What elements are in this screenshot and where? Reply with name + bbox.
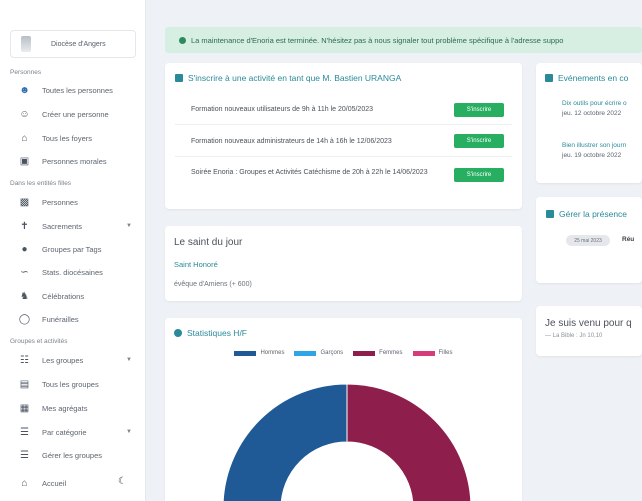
people-check-icon: [546, 210, 554, 218]
event-item[interactable]: Bien illustrer son journ jeu. 19 octobre…: [562, 141, 626, 161]
card-title: S'inscrire à une activité en tant que M.…: [175, 73, 401, 83]
sidebar-item-sacrements[interactable]: ✝ Sacrements ▼: [18, 218, 138, 234]
sidebar-item-personnes-morales[interactable]: ▣ Personnes morales: [18, 153, 138, 169]
group-icon: ☷: [20, 354, 29, 366]
sidebar: Diocèse d'Angers Personnes ☻ Toutes les p…: [0, 0, 146, 501]
person-icon: ☻: [19, 84, 30, 96]
events-card: Evénements en co Dix outils pour écrire …: [536, 63, 642, 183]
sidebar-item-par-categorie[interactable]: ☰ Par catégorie ▼: [18, 424, 138, 440]
quote-source: — La Bible : Jn 10,10: [545, 333, 603, 339]
date-pill: 25 mai 2023: [566, 235, 610, 246]
card-title: Evénements en co: [545, 73, 628, 83]
card-title: Gérer la présence: [546, 209, 627, 219]
sidebar-item-les-groupes[interactable]: ☷ Les groupes ▼: [18, 352, 138, 368]
sidebar-item-gerer-groupes[interactable]: ☰ Gérer les groupes: [18, 447, 138, 463]
sidebar-item-agregats[interactable]: ▦ Mes agrégats: [18, 400, 138, 416]
funeral-icon: ◯: [18, 313, 31, 325]
calendar-icon: [175, 74, 183, 82]
sidebar-item-creer-personne[interactable]: ☺ Créer une personne: [18, 106, 138, 122]
building-icon: ▣: [19, 155, 30, 167]
manage-icon: ☰: [20, 449, 29, 461]
event-item[interactable]: Dix outils pour écrire o jeu. 12 octobre…: [562, 99, 627, 119]
section-title-groupes: Groupes et activités: [10, 338, 68, 345]
category-icon: ☰: [20, 426, 29, 438]
register-button[interactable]: S'inscrire: [454, 103, 504, 117]
person-add-icon: ☺: [19, 108, 30, 120]
stats-card: Statistiques H/F Hommes Garçons Femmes Fill…: [165, 318, 522, 501]
chart-icon: ∽: [20, 266, 29, 278]
saint-name-link[interactable]: Saint Honoré: [174, 260, 218, 269]
logo: [30, 0, 140, 10]
sidebar-item-foyers[interactable]: ⌂ Tous les foyers: [18, 130, 138, 146]
activity-row: Formation nouveaux utilisateurs de 9h à …: [175, 95, 512, 125]
donut-chart: [222, 383, 472, 501]
activity-row: Formation nouveaux administrateurs de 14…: [175, 125, 512, 157]
diocese-selector[interactable]: Diocèse d'Angers: [10, 30, 136, 58]
donut-slice-hommes[interactable]: [222, 383, 348, 501]
diocese-name: Diocèse d'Angers: [51, 40, 106, 48]
home-icon: ⌂: [21, 477, 28, 489]
house-icon: ⌂: [21, 132, 28, 144]
aggregate-icon: ▦: [19, 402, 30, 414]
presence-card: Gérer la présence 25 mai 2023 Réu: [536, 197, 642, 283]
activity-row: Soirée Enoria : Groupes et Activités Cat…: [175, 157, 512, 197]
sidebar-item-toutes-personnes[interactable]: ☻ Toutes les personnes: [18, 82, 138, 98]
chevron-down-icon: ▼: [126, 357, 132, 363]
activity-registration-card: S'inscrire à une activité en tant que M.…: [165, 63, 522, 209]
calendar-icon: [545, 74, 553, 82]
sidebar-item-celebrations[interactable]: ♞ Célébrations: [18, 288, 138, 304]
sidebar-item-funerailles[interactable]: ◯ Funérailles: [18, 311, 138, 327]
chevron-down-icon: ▼: [126, 429, 132, 435]
register-button[interactable]: S'inscrire: [454, 134, 504, 148]
activity-text: Formation nouveaux administrateurs de 14…: [191, 138, 392, 145]
sidebar-item-personnes[interactable]: ▩ Personnes: [18, 194, 138, 210]
presence-label[interactable]: Réu: [622, 236, 634, 243]
banner-text: La maintenance d'Enoria est terminée. N'…: [191, 35, 564, 45]
sidebar-item-groupes-tags[interactable]: ● Groupes par Tags: [18, 241, 138, 257]
section-title-personnes: Personnes: [10, 69, 42, 76]
celebration-icon: ♞: [20, 290, 29, 302]
check-circle-icon: [179, 36, 186, 44]
section-title-entites-filles: Dans les entités filles: [10, 180, 72, 187]
quote-card: Je suis venu pour q — La Bible : Jn 10,1…: [536, 306, 642, 356]
moon-icon[interactable]: ☾: [118, 476, 127, 487]
maintenance-banner: La maintenance d'Enoria est terminée. N'…: [165, 27, 642, 53]
saint-description: évêque d'Amiens (+ 600): [174, 281, 252, 288]
id-card-icon: ▩: [19, 196, 30, 208]
diocese-crest-icon: [21, 36, 31, 52]
activity-text: Soirée Enoria : Groupes et Activités Cat…: [191, 169, 428, 176]
groups-list-icon: ▤: [19, 378, 30, 390]
donut-slice-femmes[interactable]: [346, 383, 472, 501]
chevron-down-icon: ▼: [126, 223, 132, 229]
quote-text: Je suis venu pour q: [545, 318, 632, 329]
sidebar-item-stats[interactable]: ∽ Stats. diocésaines: [18, 264, 138, 280]
saint-heading: Le saint du jour: [174, 237, 243, 248]
register-button[interactable]: S'inscrire: [454, 168, 504, 182]
saint-of-day-card: Le saint du jour Saint Honoré évêque d'A…: [165, 226, 522, 301]
activity-text: Formation nouveaux utilisateurs de 9h à …: [191, 106, 373, 113]
sidebar-item-tous-groupes[interactable]: ▤ Tous les groupes: [18, 376, 138, 392]
cross-icon: ✝: [20, 220, 29, 232]
tag-icon: ●: [21, 243, 28, 255]
